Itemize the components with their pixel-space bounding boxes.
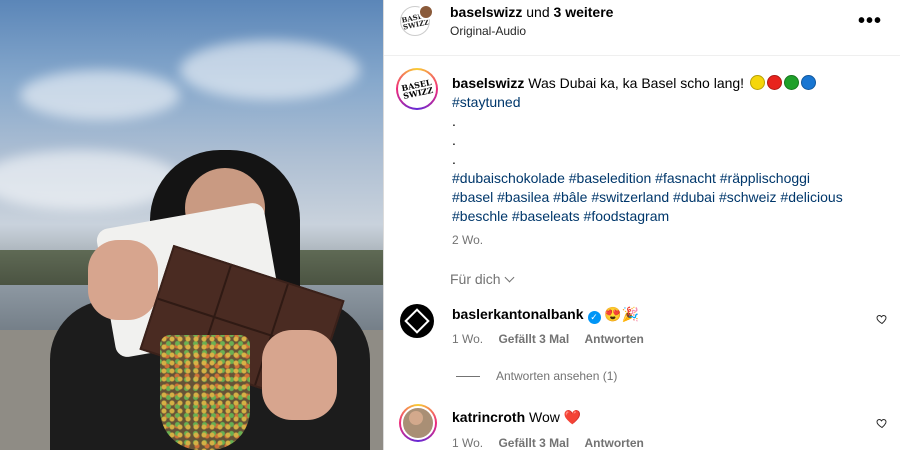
colorful-filling: [160, 335, 250, 450]
spacer-dot: .: [452, 151, 456, 167]
comment-meta: 1 Wo. Gefällt 3 Mal Antworten: [452, 436, 656, 450]
others-link[interactable]: 3 weitere: [554, 4, 614, 20]
heart-outline-icon[interactable]: [876, 417, 888, 429]
post-caption: baselswizz Was Dubai ka, ka Basel scho l…: [452, 74, 872, 226]
hashtags-line[interactable]: #beschle #baseleats #foodstagram: [452, 207, 872, 226]
green-circle-icon: [783, 75, 799, 90]
post-header: BASEL SWIZZ baselswizz und 3 weitere Orig…: [384, 0, 900, 56]
audio-label[interactable]: Original-Audio: [450, 24, 526, 38]
view-replies-label: Antworten ansehen (1): [496, 369, 618, 383]
brand-logo: BASEL SWIZZ: [400, 77, 434, 101]
comment-likes[interactable]: Gefällt 3 Mal: [498, 436, 569, 450]
post-media[interactable]: [0, 0, 383, 450]
left-hand: [88, 240, 158, 320]
blue-circle-icon: [800, 75, 816, 90]
comment-username[interactable]: baslerkantonalbank: [452, 306, 584, 322]
comment-likes[interactable]: Gefällt 3 Mal: [498, 332, 569, 346]
author-username[interactable]: baselswizz: [450, 4, 522, 20]
comment-text: Wow ❤️: [525, 409, 582, 425]
reply-button[interactable]: Antworten: [585, 332, 644, 346]
caption-username[interactable]: baselswizz: [452, 75, 524, 91]
replies-line: [456, 376, 480, 377]
comment-time[interactable]: 1 Wo.: [452, 436, 483, 450]
cloud: [20, 70, 180, 120]
and-text: und: [522, 4, 554, 20]
hashtag-staytuned[interactable]: #staytuned: [452, 93, 872, 112]
comment-text: 😍🎉: [604, 306, 640, 322]
commenter-avatar[interactable]: [399, 404, 437, 442]
red-circle-icon: [766, 75, 782, 90]
yellow-circle-icon: [749, 75, 765, 90]
chevron-down-icon: [504, 272, 515, 283]
caption-text: Was Dubai ka, ka Basel scho lang!: [524, 75, 745, 91]
collaborator-avatar[interactable]: [418, 4, 434, 20]
for-you-filter[interactable]: Für dich: [450, 271, 515, 287]
caption-timestamp[interactable]: 2 Wo.: [452, 233, 483, 247]
comment-body: baslerkantonalbank ✓ 😍🎉: [452, 306, 639, 324]
spacer-dot: .: [452, 113, 456, 129]
right-hand: [262, 330, 337, 420]
comment-body: katrincroth Wow ❤️: [452, 409, 581, 426]
more-options-icon[interactable]: •••: [858, 10, 882, 33]
view-replies-button[interactable]: Antworten ansehen (1): [456, 369, 617, 383]
caption-avatar[interactable]: BASEL SWIZZ: [396, 68, 438, 110]
author-title[interactable]: baselswizz und 3 weitere: [450, 4, 613, 20]
heart-outline-icon[interactable]: [876, 313, 888, 325]
comment: baslerkantonalbank ✓ 😍🎉 1 Wo. Gefällt 3 M…: [384, 300, 900, 360]
comment-username[interactable]: katrincroth: [452, 409, 525, 425]
commenter-avatar[interactable]: [400, 304, 434, 338]
reply-button[interactable]: Antworten: [585, 436, 644, 450]
verified-badge-icon: ✓: [587, 311, 601, 324]
cloud: [180, 40, 360, 100]
comment-time[interactable]: 1 Wo.: [452, 332, 483, 346]
bank-logo-icon: [404, 308, 430, 334]
hashtags-line[interactable]: #dubaischokolade #baseledition #fasnacht…: [452, 169, 872, 188]
hashtags-line[interactable]: #basel #basilea #bâle #switzerland #duba…: [452, 188, 872, 207]
spacer-dot: .: [452, 132, 456, 148]
comment: katrincroth Wow ❤️ 1 Wo. Gefällt 3 Mal A…: [384, 400, 900, 450]
comment-meta: 1 Wo. Gefällt 3 Mal Antworten: [452, 332, 656, 346]
for-you-label: Für dich: [450, 271, 501, 287]
post-panel: BASEL SWIZZ baselswizz und 3 weitere Orig…: [384, 0, 900, 450]
